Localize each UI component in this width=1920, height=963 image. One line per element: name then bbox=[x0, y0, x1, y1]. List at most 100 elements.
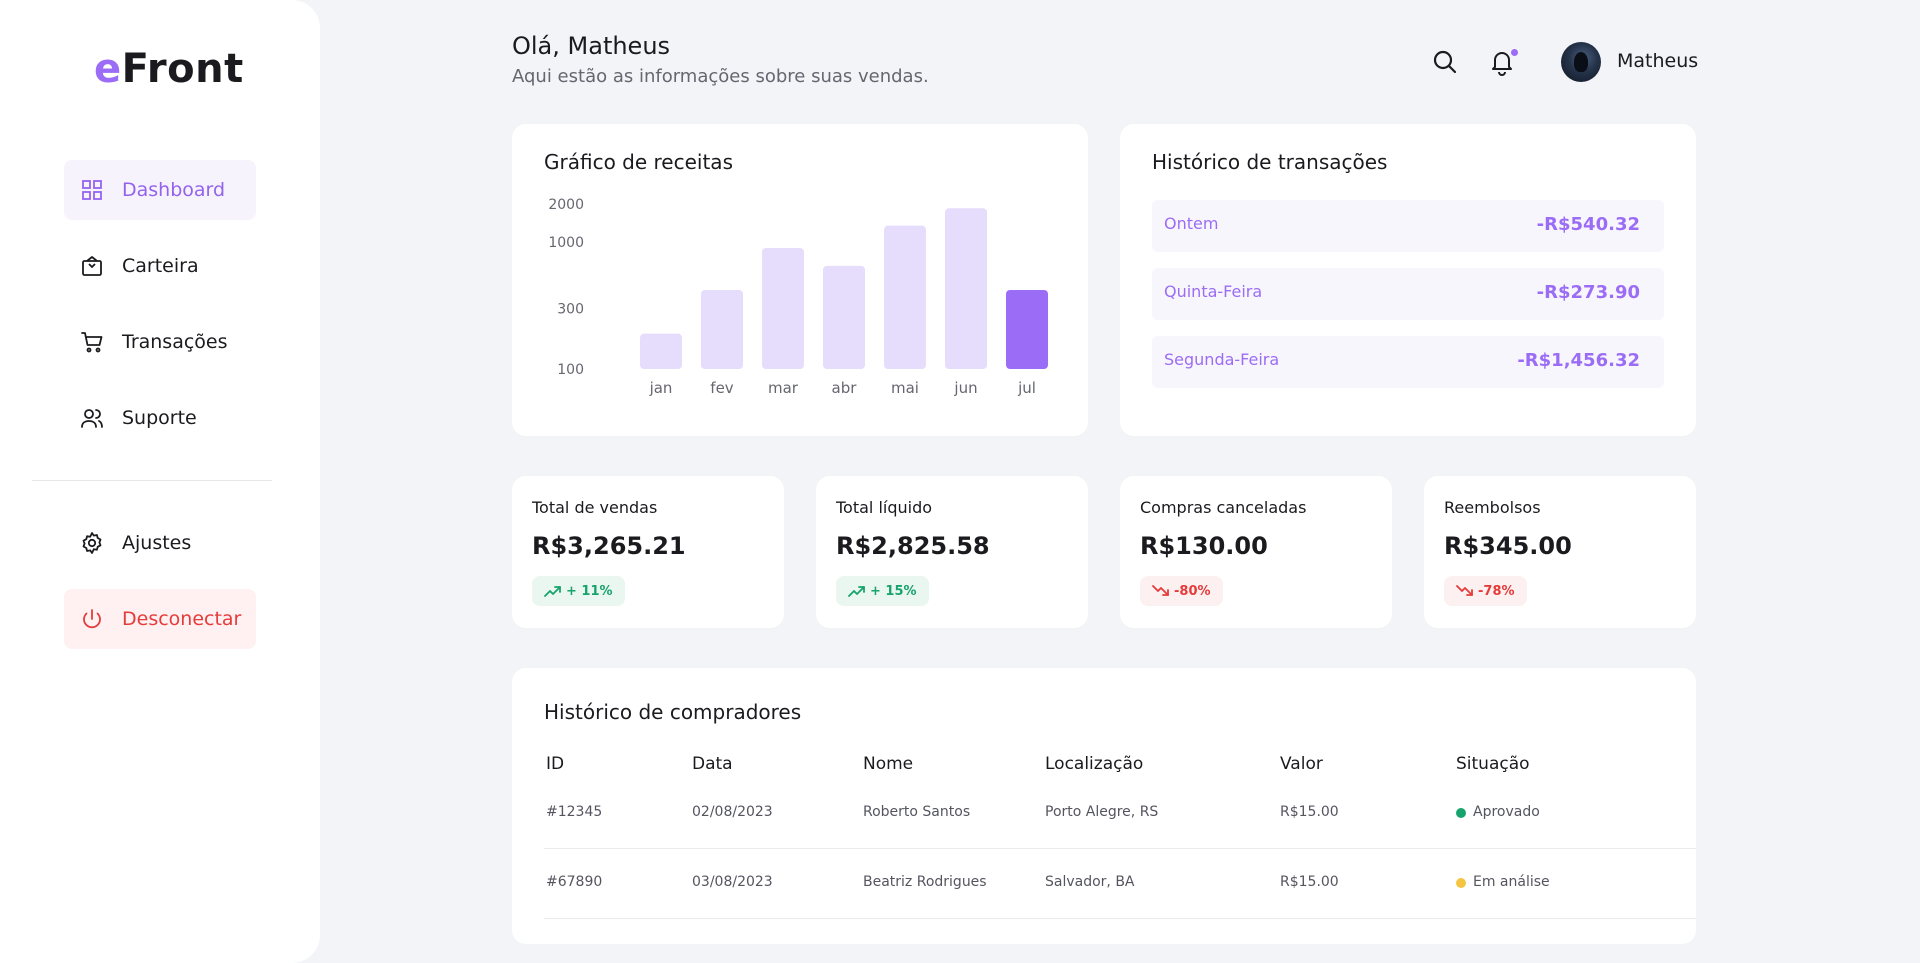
cell-id: #67890 bbox=[546, 874, 603, 890]
transaction-row[interactable]: Ontem -R$540.32 bbox=[1152, 200, 1664, 252]
transaction-row[interactable]: Quinta-Feira -R$273.90 bbox=[1152, 268, 1664, 320]
column-header-situacao[interactable]: Situação bbox=[1456, 754, 1530, 774]
stat-value: R$2,825.58 bbox=[836, 532, 990, 560]
stat-change-badge: + 11% bbox=[532, 576, 625, 606]
x-tick-label: jul bbox=[1017, 379, 1036, 397]
transaction-row[interactable]: Segunda-Feira -R$1,456.32 bbox=[1152, 336, 1664, 388]
y-tick-label: 300 bbox=[557, 301, 584, 317]
column-header-valor[interactable]: Valor bbox=[1280, 754, 1323, 774]
trend-down-icon bbox=[1456, 585, 1473, 596]
users-icon bbox=[81, 409, 103, 428]
cell-name: Beatriz Rodrigues bbox=[863, 874, 987, 890]
brand-logo[interactable]: eFront bbox=[94, 46, 244, 92]
column-header-localizacao[interactable]: Localização bbox=[1045, 754, 1143, 774]
bar-fev[interactable] bbox=[701, 289, 743, 369]
grid-icon bbox=[82, 180, 102, 200]
column-header-nome[interactable]: Nome bbox=[863, 754, 913, 774]
trend-up-icon bbox=[848, 586, 865, 597]
bar-jan[interactable] bbox=[640, 333, 682, 369]
transaction-day: Segunda-Feira bbox=[1164, 350, 1280, 369]
cell-id: #12345 bbox=[546, 804, 603, 820]
transaction-amount: -R$273.90 bbox=[1536, 282, 1640, 303]
x-tick-label: jun bbox=[953, 379, 977, 397]
transactions-title: Histórico de transações bbox=[1152, 150, 1388, 174]
stat-value: R$130.00 bbox=[1140, 532, 1268, 560]
cell-location: Porto Alegre, RS bbox=[1045, 804, 1159, 820]
sidebar-item-dashboard[interactable]: Dashboard bbox=[64, 160, 256, 220]
avatar[interactable] bbox=[1561, 42, 1601, 82]
stat-label: Total de vendas bbox=[532, 498, 658, 517]
stat-card-compras-canceladas: Compras canceladas R$130.00 -80% bbox=[1120, 476, 1392, 628]
stat-label: Total líquido bbox=[836, 498, 933, 517]
sidebar-item-label: Suporte bbox=[122, 407, 197, 429]
stat-card-reembolsos: Reembolsos R$345.00 -78% bbox=[1424, 476, 1696, 628]
revenue-chart-card: Gráfico de receitas 2000 1000 300 100 jan fev… bbox=[512, 124, 1088, 436]
sidebar-item-carteira[interactable]: Carteira bbox=[64, 236, 256, 296]
bar-mai[interactable] bbox=[884, 225, 926, 369]
sidebar-item-label: Ajustes bbox=[122, 532, 192, 554]
x-tick-label: mai bbox=[891, 379, 919, 397]
cell-name: Roberto Santos bbox=[863, 804, 971, 820]
buyers-history-title: Histórico de compradores bbox=[544, 700, 802, 724]
bar-jun[interactable] bbox=[945, 208, 987, 369]
column-header-id[interactable]: ID bbox=[546, 754, 564, 774]
logout-label: Desconectar bbox=[122, 608, 242, 630]
trend-down-icon bbox=[1152, 585, 1169, 596]
logout-button[interactable]: Desconectar bbox=[64, 589, 256, 649]
status-dot bbox=[1456, 808, 1466, 818]
transaction-amount: -R$540.32 bbox=[1536, 214, 1640, 235]
search-icon[interactable] bbox=[1431, 48, 1459, 76]
x-tick-label: mar bbox=[768, 379, 799, 397]
stat-change: + 15% bbox=[870, 583, 917, 599]
trend-up-icon bbox=[544, 586, 561, 597]
wallet-icon bbox=[82, 256, 102, 276]
sidebar-item-label: Carteira bbox=[122, 255, 199, 277]
stat-change: + 11% bbox=[566, 583, 613, 599]
status-dot bbox=[1456, 878, 1466, 888]
row-divider bbox=[544, 918, 1696, 919]
cell-date: 03/08/2023 bbox=[692, 874, 773, 890]
stat-label: Reembolsos bbox=[1444, 498, 1541, 517]
status-badge: Aprovado bbox=[1473, 804, 1540, 820]
stat-card-total-liquido: Total líquido R$2,825.58 + 15% bbox=[816, 476, 1088, 628]
row-divider bbox=[544, 848, 1696, 849]
x-tick-label: fev bbox=[710, 379, 734, 397]
bar-jul[interactable] bbox=[1006, 289, 1048, 369]
revenue-chart: 2000 1000 300 100 jan fev mar abr mai jun jul bbox=[548, 197, 1048, 397]
stat-change: -78% bbox=[1478, 583, 1515, 599]
power-icon bbox=[83, 609, 101, 629]
sidebar-item-suporte[interactable]: Suporte bbox=[64, 388, 256, 448]
cell-location: Salvador, BA bbox=[1045, 874, 1135, 890]
stat-card-total-vendas: Total de vendas R$3,265.21 + 11% bbox=[512, 476, 784, 628]
column-header-data[interactable]: Data bbox=[692, 754, 733, 774]
stat-change-badge: -78% bbox=[1444, 576, 1527, 606]
page-title: Olá, Matheus bbox=[512, 32, 671, 60]
stat-change-badge: -80% bbox=[1140, 576, 1223, 606]
bar-mar[interactable] bbox=[762, 247, 804, 369]
stat-change: -80% bbox=[1174, 583, 1211, 599]
transaction-day: Ontem bbox=[1164, 214, 1219, 233]
cell-date: 02/08/2023 bbox=[692, 804, 773, 820]
stat-change-badge: + 15% bbox=[836, 576, 929, 606]
sidebar-item-ajustes[interactable]: Ajustes bbox=[64, 513, 256, 573]
sidebar-item-transacoes[interactable]: Transações bbox=[64, 312, 256, 372]
stat-value: R$345.00 bbox=[1444, 532, 1572, 560]
x-tick-label: abr bbox=[832, 379, 858, 397]
transaction-amount: -R$1,456.32 bbox=[1517, 350, 1640, 371]
gear-icon bbox=[82, 532, 102, 554]
cart-icon bbox=[81, 332, 103, 353]
y-tick-label: 2000 bbox=[548, 197, 584, 213]
notification-dot bbox=[1511, 49, 1518, 56]
transaction-day: Quinta-Feira bbox=[1164, 282, 1263, 301]
logo-accent: e bbox=[94, 46, 122, 92]
y-tick-label: 1000 bbox=[548, 235, 584, 251]
buyers-history-card: Histórico de compradores ID Data Nome Lo… bbox=[512, 668, 1696, 944]
transactions-card: Histórico de transações Ontem -R$540.32 … bbox=[1120, 124, 1696, 436]
username[interactable]: Matheus bbox=[1617, 50, 1698, 72]
sidebar-divider bbox=[32, 480, 272, 481]
y-tick-label: 100 bbox=[557, 362, 584, 378]
cell-value: R$15.00 bbox=[1280, 874, 1339, 890]
stat-label: Compras canceladas bbox=[1140, 498, 1307, 517]
bar-abr[interactable] bbox=[823, 265, 865, 369]
sidebar: eFront Dashboard Carteira Transações Sup… bbox=[0, 0, 320, 963]
